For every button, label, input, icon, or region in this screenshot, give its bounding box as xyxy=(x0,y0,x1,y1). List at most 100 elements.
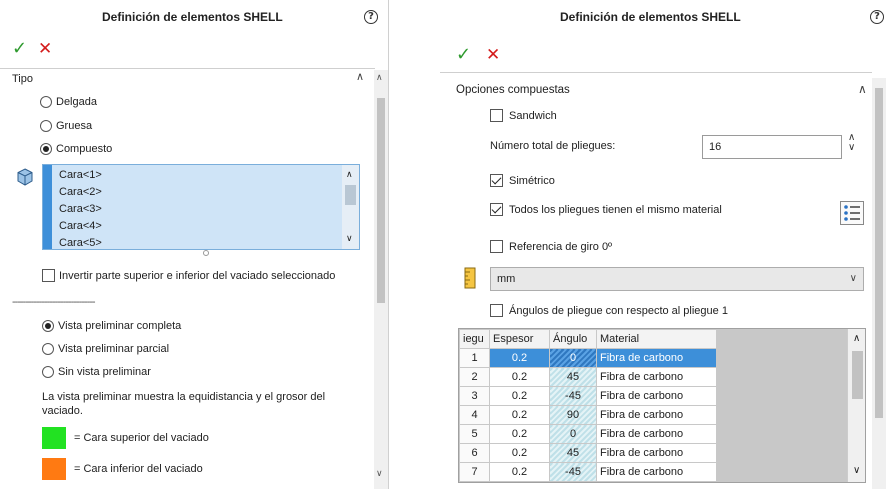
cell-angulo[interactable]: 45 xyxy=(549,443,597,463)
scrollbar[interactable] xyxy=(872,78,886,489)
collapse-chevron-icon[interactable]: ∧ xyxy=(858,82,867,96)
radio-circle[interactable] xyxy=(40,143,52,155)
cell-espesor[interactable]: 0.2 xyxy=(489,367,550,387)
cell-espesor[interactable]: 0.2 xyxy=(489,386,550,406)
table-row[interactable]: 1 0.2 0 Fibra de carbono xyxy=(459,348,717,368)
cell-angulo[interactable]: 0 xyxy=(549,424,597,444)
scrollbar-thumb[interactable] xyxy=(875,88,883,418)
cell-ply: 2 xyxy=(459,367,490,387)
cell-material[interactable]: Fibra de carbono xyxy=(596,348,717,368)
symmetric-checkbox[interactable]: Simétrico xyxy=(490,174,555,187)
table-scrollbar[interactable]: ∧ ∨ xyxy=(847,329,865,482)
table-row[interactable]: 7 0.2 -45 Fibra de carbono xyxy=(459,462,717,482)
radio-circle[interactable] xyxy=(42,320,54,332)
ply-table[interactable]: iegu Espesor Ángulo Material 1 0.2 0 Fib… xyxy=(459,329,717,482)
table-row[interactable]: 5 0.2 0 Fibra de carbono xyxy=(459,424,717,444)
radio-circle[interactable] xyxy=(40,96,52,108)
cell-espesor[interactable]: 0.2 xyxy=(489,405,550,425)
sandwich-checkbox[interactable]: Sandwich xyxy=(490,109,557,122)
checkbox-box[interactable] xyxy=(490,304,503,317)
list-scrollbar[interactable]: ∧ ∨ xyxy=(342,165,359,249)
units-dropdown[interactable]: mm ∨ xyxy=(490,267,864,291)
cancel-x-icon[interactable]: ✕ xyxy=(486,45,500,65)
scroll-up-icon[interactable]: ∧ xyxy=(346,169,353,180)
total-plies-input[interactable]: 16 xyxy=(702,135,842,159)
cell-angulo[interactable]: -45 xyxy=(549,462,597,482)
radio-label: Sin vista preliminar xyxy=(58,366,151,378)
cell-espesor[interactable]: 0.2 xyxy=(489,443,550,463)
col-header-ply[interactable]: iegu xyxy=(459,329,490,349)
checkbox-box[interactable] xyxy=(490,203,503,216)
radio-circle[interactable] xyxy=(42,343,54,355)
col-header-angulo[interactable]: Ángulo xyxy=(549,329,597,349)
angles-relative-checkbox[interactable]: Ángulos de pliegue con respecto al plieg… xyxy=(490,304,728,317)
table-row[interactable]: 6 0.2 45 Fibra de carbono xyxy=(459,443,717,463)
checkbox-box[interactable] xyxy=(490,240,503,253)
table-row[interactable]: 4 0.2 90 Fibra de carbono xyxy=(459,405,717,425)
checkbox-box[interactable] xyxy=(42,269,55,282)
radio-label: Gruesa xyxy=(56,120,93,132)
scrollbar-thumb[interactable] xyxy=(377,98,385,303)
list-item[interactable]: Cara<2> xyxy=(59,184,102,201)
list-item[interactable]: Cara<5> xyxy=(59,235,102,249)
radio-sin-vista[interactable]: Sin vista preliminar xyxy=(42,366,151,378)
ok-check-icon[interactable]: ✓ xyxy=(456,44,471,65)
collapse-chevron-icon[interactable]: ∧ xyxy=(356,70,364,83)
cell-angulo[interactable]: 90 xyxy=(549,405,597,425)
scroll-up-icon[interactable]: ∧ xyxy=(376,72,383,83)
scroll-down-icon[interactable]: ∨ xyxy=(376,468,383,479)
radio-gruesa[interactable]: Gruesa xyxy=(40,120,92,132)
cell-material[interactable]: Fibra de carbono xyxy=(596,386,717,406)
material-list-icon[interactable] xyxy=(840,201,864,225)
table-header-row: iegu Espesor Ángulo Material xyxy=(459,329,717,349)
col-header-material[interactable]: Material xyxy=(596,329,717,349)
radio-circle[interactable] xyxy=(42,366,54,378)
col-header-espesor[interactable]: Espesor xyxy=(489,329,550,349)
cell-angulo[interactable]: -45 xyxy=(549,386,597,406)
radio-compuesto[interactable]: Compuesto xyxy=(40,143,112,155)
list-item[interactable]: Cara<4> xyxy=(59,218,102,235)
help-icon[interactable]: ? xyxy=(870,10,884,24)
reference-checkbox[interactable]: Referencia de giro 0º xyxy=(490,240,612,253)
spin-down-icon[interactable]: ∨ xyxy=(848,143,855,153)
scroll-down-icon[interactable]: ∨ xyxy=(346,233,353,244)
checkbox-box[interactable] xyxy=(490,174,503,187)
table-row[interactable]: 2 0.2 45 Fibra de carbono xyxy=(459,367,717,387)
list-item[interactable]: Cara<3> xyxy=(59,201,102,218)
resize-handle[interactable] xyxy=(203,250,209,256)
list-item[interactable]: Cara<1> xyxy=(59,167,102,184)
help-icon[interactable]: ? xyxy=(364,10,378,24)
scrollbar-thumb[interactable] xyxy=(345,185,356,205)
table-row[interactable]: 3 0.2 -45 Fibra de carbono xyxy=(459,386,717,406)
cell-material[interactable]: Fibra de carbono xyxy=(596,405,717,425)
scroll-down-icon[interactable]: ∨ xyxy=(853,465,860,476)
panel-divider xyxy=(388,0,389,489)
scroll-up-icon[interactable]: ∧ xyxy=(853,333,860,344)
cell-angulo[interactable]: 0 xyxy=(549,348,597,368)
radio-vista-parcial[interactable]: Vista preliminar parcial xyxy=(42,343,169,355)
checkbox-label: Simétrico xyxy=(509,174,555,187)
cell-material[interactable]: Fibra de carbono xyxy=(596,367,717,387)
cancel-x-icon[interactable]: ✕ xyxy=(38,39,52,59)
radio-vista-completa[interactable]: Vista preliminar completa xyxy=(42,320,181,332)
chevron-down-icon[interactable]: ∨ xyxy=(850,268,857,290)
ok-check-icon[interactable]: ✓ xyxy=(12,38,27,59)
invert-checkbox[interactable]: Invertir parte superior e inferior del v… xyxy=(42,269,335,282)
cell-material[interactable]: Fibra de carbono xyxy=(596,443,717,463)
checkbox-box[interactable] xyxy=(490,109,503,122)
cell-angulo[interactable]: 45 xyxy=(549,367,597,387)
cell-espesor[interactable]: 0.2 xyxy=(489,462,550,482)
radio-delgada[interactable]: Delgada xyxy=(40,96,97,108)
same-material-checkbox[interactable]: Todos los pliegues tienen el mismo mater… xyxy=(490,203,722,216)
radio-label: Vista preliminar parcial xyxy=(58,343,170,355)
cell-material[interactable]: Fibra de carbono xyxy=(596,462,717,482)
ply-table-container[interactable]: iegu Espesor Ángulo Material 1 0.2 0 Fib… xyxy=(458,328,866,483)
radio-circle[interactable] xyxy=(40,120,52,132)
plies-spinner[interactable]: ∧ ∨ xyxy=(848,133,855,153)
face-selection-list[interactable]: Cara<1> Cara<2> Cara<3> Cara<4> Cara<5> … xyxy=(42,164,360,250)
scrollbar[interactable]: ∧ ∨ xyxy=(374,70,388,489)
scrollbar-thumb[interactable] xyxy=(852,351,863,399)
cell-espesor[interactable]: 0.2 xyxy=(489,348,550,368)
cell-material[interactable]: Fibra de carbono xyxy=(596,424,717,444)
cell-espesor[interactable]: 0.2 xyxy=(489,424,550,444)
